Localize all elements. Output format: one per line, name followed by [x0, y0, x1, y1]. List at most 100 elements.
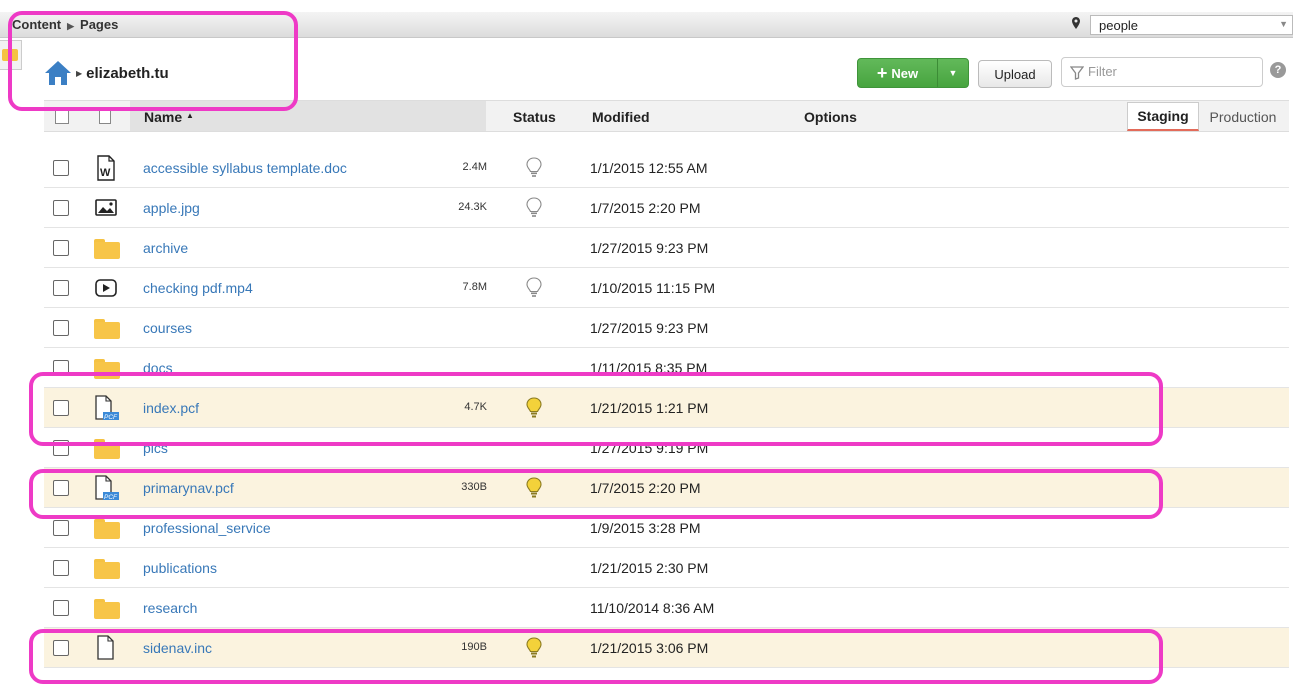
lightbulb-published-icon[interactable]: [526, 637, 542, 659]
upload-button[interactable]: Upload: [978, 60, 1052, 88]
column-status[interactable]: Status: [513, 109, 556, 125]
folder-icon: [92, 595, 120, 621]
row-checkbox[interactable]: [53, 560, 69, 576]
new-button-label: New: [891, 65, 919, 81]
column-name[interactable]: Name ▲: [144, 109, 194, 125]
file-name-link[interactable]: courses: [143, 320, 192, 336]
folder-icon: [92, 515, 120, 541]
select-all-checkbox[interactable]: [55, 110, 69, 124]
table-row[interactable]: publications 1/21/2015 2:30 PM: [44, 548, 1289, 588]
modified-date: 1/11/2015 8:35 PM: [590, 360, 708, 376]
column-options: Options: [804, 109, 857, 125]
modified-date: 1/21/2015 2:30 PM: [590, 560, 709, 576]
folder-icon: [92, 435, 120, 461]
file-name-link[interactable]: pics: [143, 440, 168, 456]
file-name-link[interactable]: publications: [143, 560, 217, 576]
breadcrumb: Content ▶ Pages: [12, 17, 118, 32]
breadcrumb-bar: Content ▶ Pages people ▼: [0, 12, 1293, 38]
folder-icon: [92, 355, 120, 381]
sort-asc-icon: ▲: [186, 111, 194, 120]
file-size: 7.8M: [462, 281, 487, 293]
location-path: ▶ elizabeth.tu: [44, 58, 169, 88]
table-row[interactable]: docs 1/11/2015 8:35 PM: [44, 348, 1289, 388]
breadcrumb-separator-icon: ▶: [67, 21, 75, 31]
folder-icon: [92, 235, 120, 261]
row-checkbox[interactable]: [53, 440, 69, 456]
breadcrumb-pages[interactable]: Pages: [80, 17, 118, 32]
filter-placeholder: Filter: [1088, 64, 1117, 79]
table-row[interactable]: PCF index.pcf 4.7K 1/21/2015 1:21 PM: [44, 388, 1289, 428]
row-checkbox[interactable]: [53, 640, 69, 656]
file-name-link[interactable]: apple.jpg: [143, 200, 200, 216]
file-name-link[interactable]: research: [143, 600, 197, 616]
svg-text:PCF: PCF: [104, 414, 118, 421]
table-row[interactable]: archive 1/27/2015 9:23 PM: [44, 228, 1289, 268]
new-button-group: + New ▼: [857, 58, 969, 88]
new-button[interactable]: + New: [858, 59, 938, 87]
table-row[interactable]: sidenav.inc 190B 1/21/2015 3:06 PM: [44, 628, 1289, 668]
row-checkbox[interactable]: [53, 280, 69, 296]
row-checkbox[interactable]: [53, 360, 69, 376]
file-icon: [92, 635, 120, 661]
modified-date: 1/27/2015 9:23 PM: [590, 240, 709, 256]
image-icon: [92, 195, 120, 221]
tab-production[interactable]: Production: [1199, 102, 1287, 131]
path-separator-icon: ▶: [76, 68, 83, 78]
column-name-label: Name: [144, 109, 183, 125]
file-name-link[interactable]: primarynav.pcf: [143, 480, 234, 496]
filter-input[interactable]: Filter: [1061, 57, 1263, 87]
breadcrumb-content[interactable]: Content: [12, 17, 61, 32]
table-row[interactable]: research 11/10/2014 8:36 AM: [44, 588, 1289, 628]
file-name-link[interactable]: index.pcf: [143, 400, 199, 416]
row-checkbox[interactable]: [53, 400, 69, 416]
lightbulb-icon[interactable]: [526, 277, 542, 299]
folder-icon: [2, 49, 18, 61]
modified-date: 1/7/2015 2:20 PM: [590, 480, 701, 496]
column-modified[interactable]: Modified: [592, 109, 650, 125]
table-row[interactable]: pics 1/27/2015 9:19 PM: [44, 428, 1289, 468]
new-dropdown-chevron-icon[interactable]: ▼: [938, 59, 968, 87]
file-size: 190B: [461, 641, 487, 653]
row-checkbox[interactable]: [53, 200, 69, 216]
chevron-down-icon: ▼: [1279, 19, 1288, 29]
row-checkbox[interactable]: [53, 600, 69, 616]
file-name-link[interactable]: archive: [143, 240, 188, 256]
table-row[interactable]: checking pdf.mp4 7.8M 1/10/2015 11:15 PM: [44, 268, 1289, 308]
file-type-icon: [99, 109, 111, 124]
help-icon[interactable]: ?: [1270, 62, 1286, 78]
lightbulb-icon[interactable]: [526, 157, 542, 179]
row-checkbox[interactable]: [53, 520, 69, 536]
map-pin-icon: [1072, 17, 1080, 32]
table-row[interactable]: Waccessible syllabus template.doc 2.4M 1/1…: [44, 148, 1289, 188]
table-row[interactable]: professional_service 1/9/2015 3:28 PM: [44, 508, 1289, 548]
table-row[interactable]: PCF primarynav.pcf 330B 1/7/2015 2:20 PM: [44, 468, 1289, 508]
row-checkbox[interactable]: [53, 320, 69, 336]
file-name-link[interactable]: docs: [143, 360, 173, 376]
folder-icon: [92, 555, 120, 581]
lightbulb-published-icon[interactable]: [526, 397, 542, 419]
file-name-link[interactable]: accessible syllabus template.doc: [143, 160, 347, 176]
modified-date: 1/1/2015 12:55 AM: [590, 160, 708, 176]
file-name-link[interactable]: professional_service: [143, 520, 271, 536]
file-size: 24.3K: [458, 201, 487, 213]
site-selector[interactable]: people ▼: [1090, 15, 1293, 35]
modified-date: 1/27/2015 9:19 PM: [590, 440, 709, 456]
row-checkbox[interactable]: [53, 480, 69, 496]
table-row[interactable]: apple.jpg 24.3K 1/7/2015 2:20 PM: [44, 188, 1289, 228]
row-checkbox[interactable]: [53, 240, 69, 256]
folder-panel-toggle[interactable]: [0, 40, 22, 70]
file-name-link[interactable]: checking pdf.mp4: [143, 280, 253, 296]
home-icon[interactable]: [44, 60, 72, 86]
modified-date: 11/10/2014 8:36 AM: [590, 600, 715, 616]
file-size: 2.4M: [462, 161, 487, 173]
table-row[interactable]: courses 1/27/2015 9:23 PM: [44, 308, 1289, 348]
row-checkbox[interactable]: [53, 160, 69, 176]
pcf-icon: PCF: [92, 475, 120, 501]
tab-staging[interactable]: Staging: [1127, 102, 1199, 131]
lightbulb-icon[interactable]: [526, 197, 542, 219]
word-icon: W: [92, 155, 120, 181]
file-name-link[interactable]: sidenav.inc: [143, 640, 212, 656]
modified-date: 1/7/2015 2:20 PM: [590, 200, 701, 216]
file-size: 4.7K: [464, 401, 487, 413]
lightbulb-published-icon[interactable]: [526, 477, 542, 499]
